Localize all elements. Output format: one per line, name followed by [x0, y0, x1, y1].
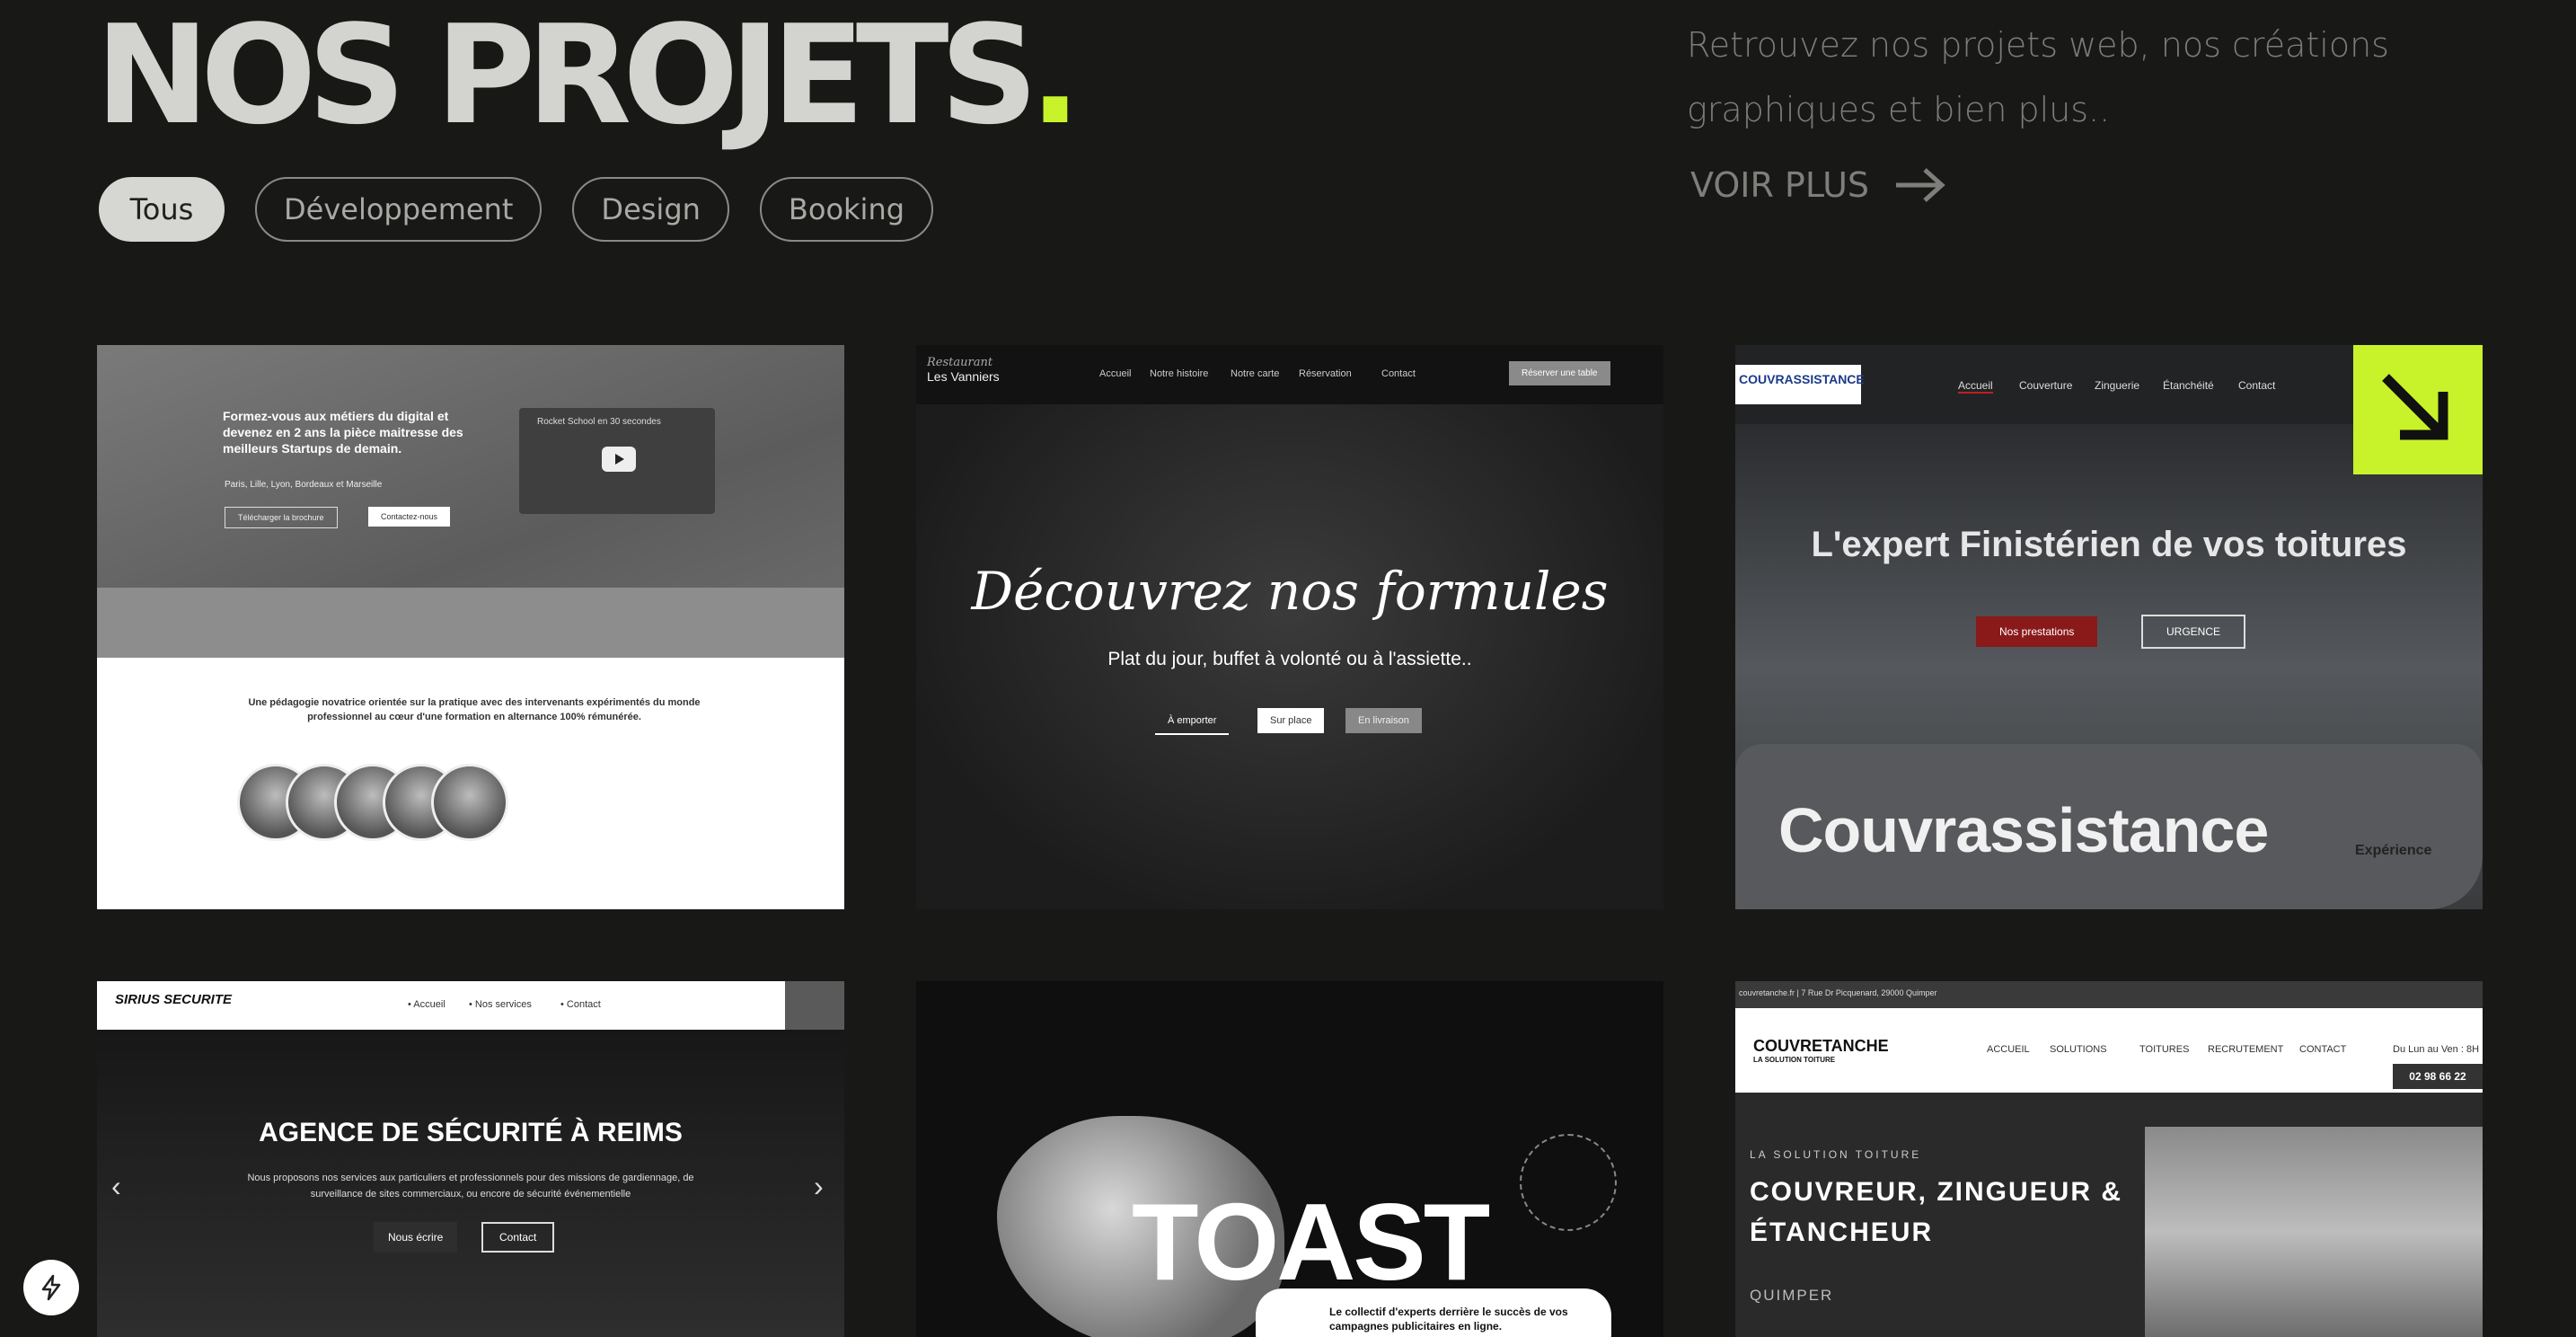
filter-all[interactable]: Tous	[99, 177, 225, 242]
video-title: Rocket School en 30 secondes	[537, 417, 661, 427]
opening-hours: Du Lun au Ven : 8H	[2393, 1044, 2480, 1055]
nav-item: Zinguerie	[2095, 379, 2140, 392]
top-bar: couvretanche.fr | 7 Rue Dr Picquenard, 2…	[1735, 981, 2483, 1008]
nav-item: Contact	[1381, 368, 1416, 379]
reserve-button: Réserver une table	[1509, 361, 1610, 385]
stats-strip	[97, 588, 844, 658]
nav-item: Étanchéité	[2163, 379, 2214, 392]
page-title: NOS PROJETS.	[95, 7, 1081, 144]
logo-text: COUVRETANCHE	[1753, 1037, 1889, 1055]
card-headline: L'expert Finistérien de vos toitures	[1811, 525, 2407, 564]
roof-photo	[2145, 1127, 2483, 1337]
nav-item: Contact	[2238, 379, 2276, 392]
card-tag: LA SOLUTION TOITURE	[1750, 1148, 1922, 1161]
card-text: Nous proposons nos services aux particul…	[247, 1173, 694, 1200]
card-headline: AGENCE DE SÉCURITÉ À REIMS	[259, 1118, 683, 1147]
pedagogy-text: Une pédagogie novatrice orientée sur la …	[248, 697, 701, 722]
nav-item: • Contact	[560, 999, 601, 1010]
project-name: TOAST	[1132, 1181, 1490, 1303]
nav-item: • Nos services	[469, 999, 532, 1010]
arrow-down-right-icon	[2382, 374, 2448, 440]
nav-item: • Accueil	[408, 999, 446, 1010]
nav-item: Accueil	[1958, 379, 1993, 394]
lightning-icon	[41, 1274, 61, 1301]
nav-item: CONTACT	[2299, 1044, 2347, 1055]
page-title-text: NOS PROJETS	[95, 0, 1038, 155]
urgent-button: URGENCE	[2141, 615, 2246, 649]
nav-item: Accueil	[1099, 368, 1132, 379]
lightning-fab[interactable]	[23, 1260, 79, 1315]
contact-button: Contactez-nous	[368, 507, 451, 527]
experience-label: Expérience	[2355, 843, 2432, 858]
nav-item: Notre histoire	[1150, 368, 1209, 379]
brochure-button: Télécharger la brochure	[225, 507, 338, 528]
nav-item: Réservation	[1299, 368, 1352, 379]
project-card-rocket-school[interactable]: Formez-vous aux métiers du digital et de…	[97, 345, 844, 909]
arrow-right-icon	[1896, 168, 1945, 202]
takeaway-button: À emporter	[1155, 708, 1230, 735]
nav-item: ACCUEIL	[1987, 1044, 2030, 1055]
intro-text: Retrouvez nos projets web, nos créations…	[1687, 25, 2389, 129]
project-card-sirius-securite[interactable]: SIRIUS SECURITE • Accueil • Nos services…	[97, 981, 844, 1337]
tagline-text: Le collectif d'experts derrière le succè…	[1329, 1306, 1568, 1333]
project-card-couvretanche[interactable]: couvretanche.fr | 7 Rue Dr Picquenard, 2…	[1735, 981, 2483, 1337]
avatar	[431, 764, 508, 841]
company-logo: COUVRASSISTANCE	[1735, 365, 1865, 404]
card-city: QUIMPER	[1750, 1287, 1834, 1304]
card-headline: Découvrez nos formules	[971, 561, 1609, 622]
filter-design[interactable]: Design	[572, 177, 729, 242]
chevron-right-icon: ›	[814, 1170, 824, 1202]
card-headline: Formez-vous aux métiers du digital et de…	[223, 409, 463, 456]
card-subtitle: Plat du jour, buffet à volonté ou à l'as…	[1107, 649, 1472, 669]
write-button: Nous écrire	[374, 1222, 458, 1253]
logo-script: Restaurant	[927, 356, 993, 369]
filter-booking[interactable]: Booking	[759, 177, 934, 242]
project-card-couvrassistance[interactable]: COUVRASSISTANCE Accueil Couverture Zingu…	[1735, 345, 2483, 909]
collectif-seal-icon	[1520, 1134, 1617, 1231]
title-accent-dot: .	[1029, 0, 1081, 155]
play-icon	[602, 447, 636, 472]
voir-plus-label: VOIR PLUS	[1690, 165, 1870, 205]
dine-in-button: Sur place	[1257, 708, 1325, 733]
nav-item: RECRUTEMENT	[2208, 1044, 2284, 1055]
company-logo: SIRIUS SECURITE	[115, 992, 233, 1007]
project-card-les-vanniers[interactable]: Restaurant Les Vanniers Accueil Notre his…	[916, 345, 1663, 909]
logo-text: Les Vanniers	[927, 369, 1000, 384]
nav-item: TOITURES	[2139, 1044, 2190, 1055]
nav-item: Couverture	[2019, 379, 2073, 392]
restaurant-logo: Restaurant Les Vanniers	[927, 356, 1000, 384]
voir-plus-link[interactable]: VOIR PLUS	[1690, 165, 1946, 205]
nav-item: SOLUTIONS	[2050, 1044, 2107, 1055]
logo-text: COUVRASSISTANCE	[1739, 372, 1865, 386]
filter-development[interactable]: Développement	[255, 177, 543, 242]
card-headline: COUVREUR, ZINGUEUR & ÉTANCHEUR	[1750, 1177, 2123, 1247]
project-name: Couvrassistance	[1778, 795, 2269, 865]
card-locations: Paris, Lille, Lyon, Bordeaux et Marseill…	[225, 480, 383, 490]
chevron-left-icon: ‹	[111, 1170, 121, 1202]
phone-icon	[785, 981, 844, 1030]
project-card-toast[interactable]: TOAST Le collectif d'experts derrière le…	[916, 981, 1663, 1337]
phone-number: 02 98 66 22	[2393, 1064, 2483, 1089]
top-bar-text: couvretanche.fr | 7 Rue Dr Picquenard, 2…	[1739, 988, 1937, 997]
services-button: Nos prestations	[1976, 616, 2098, 647]
company-logo: COUVRETANCHE LA SOLUTION TOITURE	[1753, 1037, 1889, 1064]
logo-subtitle: LA SOLUTION TOITURE	[1753, 1056, 1836, 1064]
nav-item: Notre carte	[1231, 368, 1280, 379]
contact-button: Contact	[481, 1222, 555, 1253]
open-project-button[interactable]	[2353, 345, 2483, 474]
delivery-button: En livraison	[1345, 708, 1422, 733]
filter-bar: Tous Développement Design Booking	[99, 177, 934, 242]
